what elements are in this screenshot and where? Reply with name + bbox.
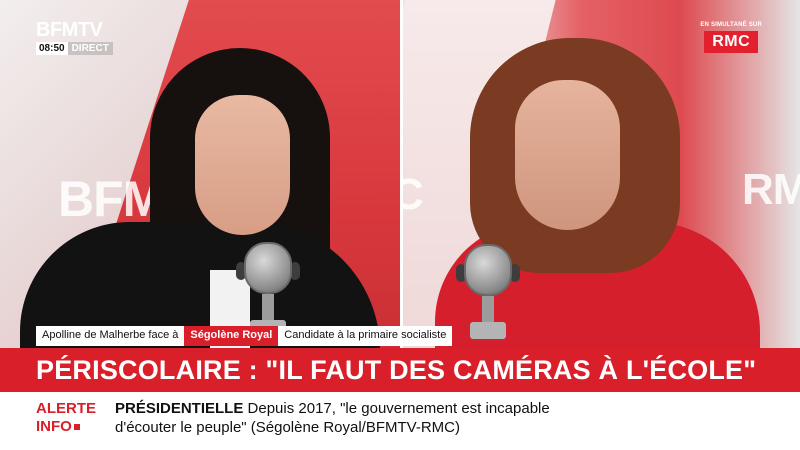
guest-name: Ségolène Royal (184, 326, 279, 346)
ticker-line-2: d'écouter le peuple" (Ségolène Royal/BFM… (115, 419, 461, 436)
video-frame: BFM C RM BFMTV 08:50 DIRECT EN SIMULTANÉ… (0, 0, 800, 450)
simulcast-label: EN SIMULTANÉ SUR (700, 22, 762, 28)
clock: 08:50 (36, 42, 68, 55)
name-strap: Apolline de Malherbe face à Ségolène Roy… (36, 326, 453, 346)
host-face (195, 95, 290, 235)
bfmtv-logo: BFMTV (36, 19, 103, 41)
studio-wall-letter: C (402, 170, 424, 219)
studio-wall-rmc: RM (742, 165, 800, 214)
alert-line-2: INFO (36, 418, 72, 435)
studio-wall-logo: BFM (58, 171, 164, 227)
split-screen-divider (400, 0, 403, 350)
simulcast-badge: EN SIMULTANÉ SUR RMC (700, 22, 762, 53)
ticker-text: PRÉSIDENTIELLE Depuis 2017, "le gouverne… (115, 399, 615, 437)
headline-banner: PÉRISCOLAIRE : "IL FAUT DES CAMÉRAS À L'… (0, 348, 800, 392)
news-ticker: ALERTE INFO PRÉSIDENTIELLE Depuis 2017, … (0, 392, 800, 450)
host-microphone (236, 242, 300, 337)
host-name: Apolline de Malherbe face à (36, 326, 185, 346)
live-label: DIRECT (67, 42, 113, 55)
alert-square-icon (73, 424, 80, 431)
channel-bug: BFMTV 08:50 DIRECT (36, 20, 113, 55)
ticker-line-1: Depuis 2017, "le gouvernement est incapa… (247, 400, 550, 417)
guest-face (515, 80, 620, 230)
alert-info-label: ALERTE INFO (36, 400, 96, 436)
alert-line-1: ALERTE (36, 400, 96, 417)
rmc-logo: RMC (704, 31, 759, 53)
ticker-keyword: PRÉSIDENTIELLE (115, 400, 244, 417)
guest-microphone (456, 244, 520, 339)
guest-role: Candidate à la primaire socialiste (278, 326, 453, 346)
